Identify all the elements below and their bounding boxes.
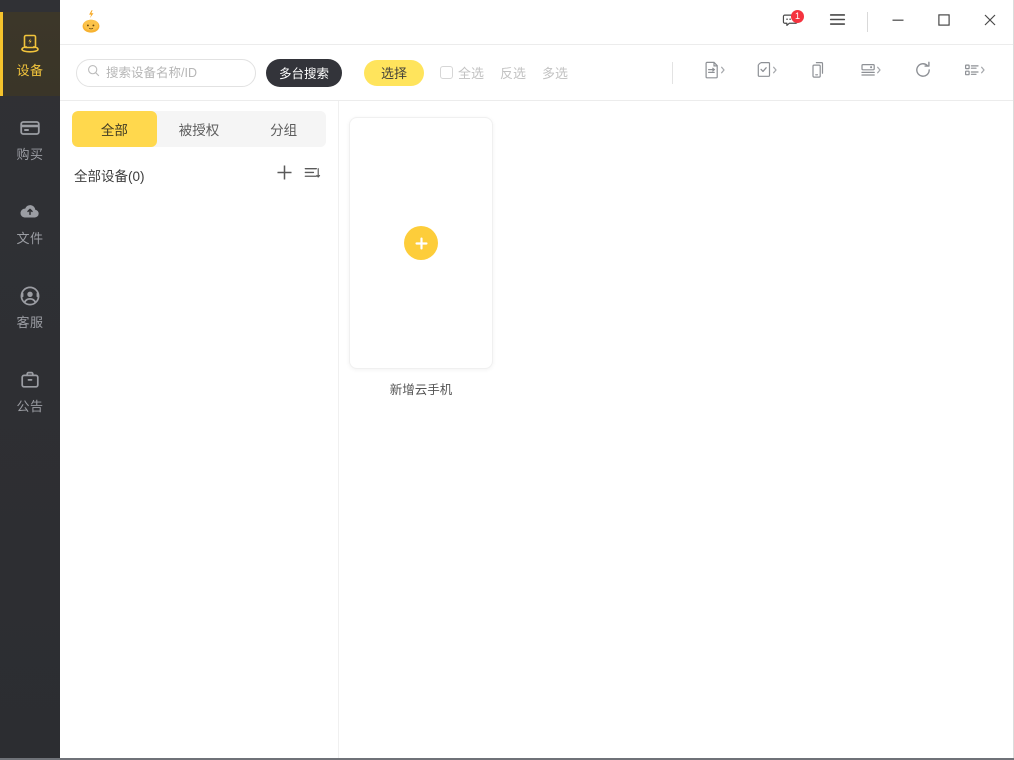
sidebar-item-files[interactable]: 文件 (0, 180, 60, 264)
search-box[interactable] (76, 59, 256, 87)
batch-task-button[interactable] (741, 53, 793, 93)
plus-circle-icon (404, 226, 438, 260)
message-count-badge: 1 (791, 10, 804, 23)
window-controls-divider (867, 12, 868, 32)
announcement-icon (17, 367, 43, 393)
card-purchase-icon (17, 115, 43, 141)
app-logo-icon (76, 7, 106, 37)
tab-groups[interactable]: 分组 (241, 111, 326, 147)
minimize-button[interactable] (875, 0, 921, 45)
app-window: 设备 购买 文件 (0, 0, 1014, 760)
primary-sidebar: 设备 购买 文件 (0, 0, 60, 758)
sort-list-button[interactable] (298, 161, 326, 189)
cloud-file-icon (17, 199, 43, 225)
content-body: 全部 被授权 分组 全部设备(0) (60, 101, 1013, 758)
sidebar-item-support[interactable]: 客服 (0, 264, 60, 348)
search-area: 多台搜索 (76, 59, 342, 87)
minimize-icon (890, 12, 906, 33)
sidebar-item-label: 公告 (16, 400, 43, 414)
select-mode-button[interactable]: 选择 (364, 60, 424, 86)
select-all-checkbox[interactable] (440, 66, 453, 79)
refresh-icon (913, 60, 933, 85)
invert-selection-button[interactable]: 反选 (500, 63, 526, 82)
sidebar-item-purchase[interactable]: 购买 (0, 96, 60, 180)
device-settings-button[interactable] (845, 53, 897, 93)
refresh-button[interactable] (897, 53, 949, 93)
select-all-control[interactable]: 全选 (440, 63, 484, 82)
brand (76, 7, 116, 37)
maximize-button[interactable] (921, 0, 967, 45)
sidebar-item-announcement[interactable]: 公告 (0, 348, 60, 432)
multi-select-button[interactable]: 多选 (542, 63, 568, 82)
sidebar-item-label: 文件 (16, 232, 43, 246)
device-list-body (60, 197, 338, 758)
device-grid-area: 新增云手机 (339, 101, 1013, 758)
checklist-arrow-icon (754, 60, 780, 85)
select-all-label: 全选 (458, 63, 484, 82)
multi-search-button[interactable]: 多台搜索 (266, 59, 342, 87)
sidebar-item-devices[interactable]: 设备 (0, 12, 60, 96)
device-tabs: 全部 被授权 分组 (72, 111, 326, 147)
messages-button[interactable]: 1 (768, 0, 814, 45)
monitor-arrow-icon (858, 60, 884, 85)
add-card-surface[interactable] (349, 117, 493, 369)
device-group-header: 全部设备(0) (60, 153, 338, 197)
sort-list-icon (303, 164, 321, 187)
add-cloud-phone-card[interactable]: 新增云手机 (349, 117, 493, 398)
add-card-caption: 新增云手机 (390, 379, 453, 398)
sidebar-item-label: 购买 (16, 148, 43, 162)
device-list-panel: 全部 被授权 分组 全部设备(0) (60, 101, 339, 758)
sidebar-item-label: 设备 (16, 64, 43, 78)
list-layout-arrow-icon (962, 60, 988, 85)
main-region: 1 (60, 0, 1014, 758)
close-button[interactable] (967, 0, 1013, 45)
menu-button[interactable] (814, 0, 860, 45)
title-bar: 1 (60, 0, 1013, 45)
search-icon (87, 64, 106, 82)
copy-device-icon (808, 60, 830, 85)
plus-icon (275, 163, 294, 187)
script-task-button[interactable] (689, 53, 741, 93)
layout-view-button[interactable] (949, 53, 1001, 93)
search-input[interactable] (106, 66, 245, 80)
selection-controls: 选择 全选 反选 多选 (364, 60, 568, 86)
device-phone-icon (17, 31, 43, 57)
toolbar-actions (689, 53, 1001, 93)
add-group-button[interactable] (270, 161, 298, 189)
tab-all[interactable]: 全部 (72, 111, 157, 147)
hamburger-menu-icon (828, 10, 847, 34)
maximize-icon (936, 12, 952, 33)
device-card-grid: 新增云手机 (349, 117, 1013, 398)
toolbar-divider (672, 62, 673, 84)
tab-authorized[interactable]: 被授权 (157, 111, 242, 147)
headset-support-icon (17, 283, 43, 309)
group-title: 全部设备(0) (74, 165, 145, 185)
close-icon (982, 12, 998, 33)
sidebar-item-label: 客服 (16, 316, 43, 330)
clone-device-button[interactable] (793, 53, 845, 93)
file-arrow-icon (702, 60, 728, 85)
device-toolbar: 多台搜索 选择 全选 反选 多选 (60, 45, 1013, 101)
window-controls: 1 (768, 0, 1013, 45)
